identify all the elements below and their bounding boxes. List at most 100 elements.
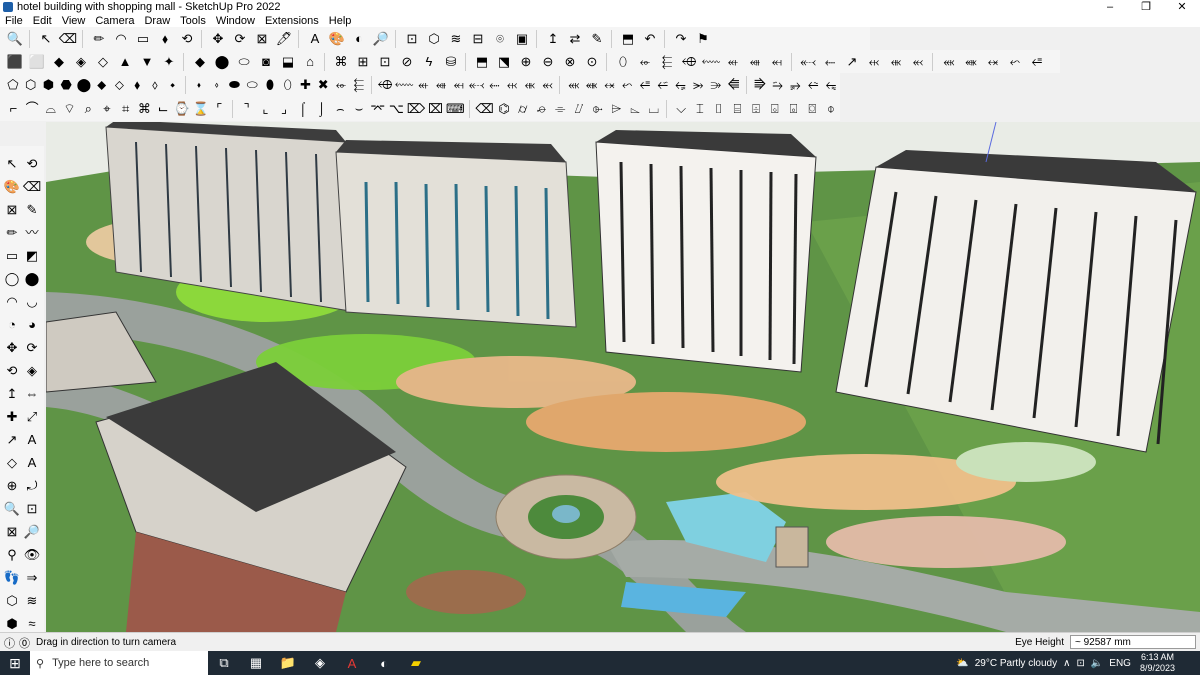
profile-tool-31-icon[interactable]: ⌲	[608, 99, 625, 119]
main-tool-15-icon[interactable]: 🔎	[371, 29, 391, 49]
left-tool-38-icon[interactable]: ⬡	[3, 590, 21, 610]
ext-tool-30-icon[interactable]: ⬳	[701, 52, 721, 72]
model-tool-16-icon[interactable]: ✚	[298, 75, 314, 95]
profile-tool-11-icon[interactable]: ⌜	[211, 99, 228, 119]
profile-tool-41-icon[interactable]: ⌼	[804, 99, 821, 119]
ext-tool-24-icon[interactable]: ⊗	[560, 52, 580, 72]
left-tool-3-icon[interactable]: ⌫	[23, 176, 41, 196]
left-tool-4-icon[interactable]: ⊠	[3, 199, 21, 219]
model-tool-29-icon[interactable]: ⬻	[540, 75, 556, 95]
profile-tool-36-icon[interactable]: ⌷	[710, 99, 727, 119]
left-tool-24-icon[interactable]: ↗	[3, 429, 21, 449]
model-tool-5-icon[interactable]: ⬥	[94, 75, 110, 95]
menu-extensions[interactable]: Extensions	[265, 15, 319, 27]
model-tool-43-icon[interactable]: ⭉	[805, 75, 821, 95]
ext-tool-23-icon[interactable]: ⊖	[538, 52, 558, 72]
main-tool-10-icon[interactable]: ⊠	[252, 29, 272, 49]
model-tool-35-icon[interactable]: ⭁	[655, 75, 671, 95]
model-tool-12-icon[interactable]: ⬬	[227, 75, 243, 95]
model-tool-7-icon[interactable]: ⬧	[129, 75, 145, 95]
main-tool-12-icon[interactable]: A	[305, 29, 325, 49]
left-tool-10-icon[interactable]: ◯	[3, 268, 21, 288]
profile-tool-17-icon[interactable]: ⌢	[332, 99, 349, 119]
profile-tool-30-icon[interactable]: ⌱	[589, 99, 606, 119]
ext-tool-43-icon[interactable]: ⬿	[1005, 52, 1025, 72]
menu-edit[interactable]: Edit	[33, 15, 52, 27]
profile-tool-7-icon[interactable]: ⌘	[136, 99, 153, 119]
start-button[interactable]: ⊞	[0, 655, 30, 672]
profile-tool-12-icon[interactable]: ⌝	[238, 99, 255, 119]
ext-tool-22-icon[interactable]: ⊕	[516, 52, 536, 72]
profile-tool-6-icon[interactable]: ⌗	[117, 99, 134, 119]
model-tool-44-icon[interactable]: ⭊	[823, 75, 839, 95]
main-tool-6-icon[interactable]: ⬧	[155, 29, 175, 49]
ext-tool-28-icon[interactable]: ⬱	[657, 52, 677, 72]
model-tool-27-icon[interactable]: ⬹	[504, 75, 520, 95]
model-tool-4-icon[interactable]: ⬤	[76, 75, 92, 95]
main-tool-2-icon[interactable]: ⌫	[58, 29, 78, 49]
left-tool-19-icon[interactable]: ◈	[23, 360, 41, 380]
ext-tool-19-icon[interactable]: ⛁	[441, 52, 461, 72]
profile-tool-32-icon[interactable]: ⌳	[627, 99, 644, 119]
ext-tool-10-icon[interactable]: ⬭	[234, 52, 254, 72]
main-tool-1-icon[interactable]: ↖	[36, 29, 56, 49]
model-tool-24-icon[interactable]: ⬶	[451, 75, 467, 95]
close-button[interactable]: ✕	[1164, 0, 1200, 14]
left-tool-32-icon[interactable]: ⊠	[3, 521, 21, 541]
main-tool-9-icon[interactable]: ⟳	[230, 29, 250, 49]
left-tool-5-icon[interactable]: ✎	[23, 199, 41, 219]
menu-camera[interactable]: Camera	[95, 15, 134, 27]
main-tool-14-icon[interactable]: ◐	[349, 29, 369, 49]
ext-tool-27-icon[interactable]: ⬰	[635, 52, 655, 72]
model-tool-15-icon[interactable]: ⬯	[280, 75, 296, 95]
profile-tool-28-icon[interactable]: ⌯	[552, 99, 569, 119]
ext-tool-4-icon[interactable]: ◇	[93, 52, 113, 72]
main-tool-27-icon[interactable]: ↷	[671, 29, 691, 49]
profile-tool-13-icon[interactable]: ⌞	[257, 99, 274, 119]
left-tool-8-icon[interactable]: ▭	[3, 245, 21, 265]
profile-tool-27-icon[interactable]: ⌮	[533, 99, 550, 119]
profile-tool-23-icon[interactable]: ⌨	[446, 99, 465, 119]
left-tool-35-icon[interactable]: 👁	[23, 544, 41, 564]
model-tool-11-icon[interactable]: ⬫	[209, 75, 225, 95]
ext-tool-2-icon[interactable]: ◆	[49, 52, 69, 72]
profile-tool-8-icon[interactable]: ⌙	[155, 99, 172, 119]
left-tool-20-icon[interactable]: ↥	[3, 383, 21, 403]
model-tool-36-icon[interactable]: ⭂	[673, 75, 689, 95]
measurements-box[interactable]: ~ 92587 mm	[1070, 635, 1196, 649]
main-tool-24-icon[interactable]: ✎	[587, 29, 607, 49]
left-tool-34-icon[interactable]: ⚲	[3, 544, 21, 564]
left-tool-41-icon[interactable]: ≈	[23, 613, 41, 633]
profile-tool-4-icon[interactable]: ⌕	[80, 99, 97, 119]
model-tool-28-icon[interactable]: ⬺	[522, 75, 538, 95]
main-tool-0-icon[interactable]: 🔍	[5, 29, 25, 49]
ext-tool-16-icon[interactable]: ⊡	[375, 52, 395, 72]
ext-tool-44-icon[interactable]: ⭀	[1027, 52, 1047, 72]
left-tool-25-icon[interactable]: A	[23, 429, 41, 449]
profile-tool-14-icon[interactable]: ⌟	[276, 99, 293, 119]
model-tool-38-icon[interactable]: ⭄	[708, 75, 724, 95]
model-tool-33-icon[interactable]: ⬿	[619, 75, 635, 95]
main-tool-8-icon[interactable]: ✥	[208, 29, 228, 49]
left-tool-7-icon[interactable]: 〰	[23, 222, 41, 242]
model-tool-3-icon[interactable]: ⬣	[58, 75, 74, 95]
left-tool-37-icon[interactable]: ⇒	[23, 567, 41, 587]
left-tool-12-icon[interactable]: ◠	[3, 291, 21, 311]
profile-tool-0-icon[interactable]: ⌐	[5, 99, 22, 119]
left-tool-29-icon[interactable]: ⤾	[23, 475, 41, 495]
main-tool-4-icon[interactable]: ◠	[111, 29, 131, 49]
ext-tool-39-icon[interactable]: ⬻	[908, 52, 928, 72]
profile-tool-35-icon[interactable]: ⌶	[692, 99, 709, 119]
model-tool-23-icon[interactable]: ⬵	[433, 75, 449, 95]
left-tool-40-icon[interactable]: ⬢	[3, 613, 21, 633]
taskbar-search[interactable]: ⚲ Type here to search	[30, 651, 208, 675]
ext-tool-42-icon[interactable]: ⬾	[983, 52, 1003, 72]
left-tool-39-icon[interactable]: ≋	[23, 590, 41, 610]
ext-tool-36-icon[interactable]: ↗	[842, 52, 862, 72]
model-tool-32-icon[interactable]: ⬾	[602, 75, 618, 95]
profile-tool-16-icon[interactable]: ⌡	[313, 99, 330, 119]
model-tool-0-icon[interactable]: ⬠	[5, 75, 21, 95]
left-tool-33-icon[interactable]: 🔎	[23, 521, 41, 541]
model-tool-17-icon[interactable]: ✖	[315, 75, 331, 95]
main-tool-25-icon[interactable]: ⬒	[618, 29, 638, 49]
